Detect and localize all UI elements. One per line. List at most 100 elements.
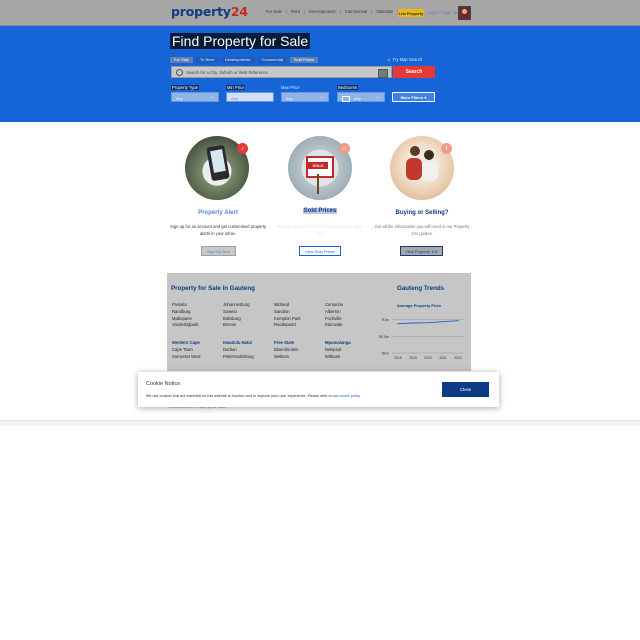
- min-price-label: Min Price: [226, 85, 246, 90]
- city-column-1: Pretoria Randburg Mabopane Vanderbijlpar…: [172, 302, 198, 329]
- x-tick-label: 2019: [409, 356, 417, 360]
- tab-commercial[interactable]: Commercial: [257, 57, 287, 63]
- tab-developments[interactable]: Developments: [220, 57, 255, 63]
- nav-item[interactable]: Valuation: [376, 9, 393, 14]
- city-link[interactable]: Cape Town: [172, 347, 201, 354]
- city-link[interactable]: Somerset West: [172, 354, 201, 361]
- city-link[interactable]: Roodepoort: [274, 322, 301, 329]
- data-point: [442, 321, 444, 323]
- bed-icon: [342, 95, 350, 102]
- province-heading[interactable]: Western Cape: [172, 340, 201, 347]
- top-header: property24 For Sale | Rent | Developments |…: [0, 0, 640, 26]
- city-link[interactable]: Vanderbijlpark: [172, 322, 198, 329]
- city-link[interactable]: Sandton: [274, 309, 301, 316]
- view-sold-prices-button[interactable]: View Sold Prices: [299, 246, 341, 256]
- search-button[interactable]: Search: [393, 66, 435, 78]
- bedrooms-select[interactable]: Any ⌄: [337, 92, 385, 102]
- city-link[interactable]: Welkom: [274, 354, 298, 361]
- data-point: [457, 320, 459, 322]
- search-tabs: For Sale To Rent Developments Commercial…: [170, 57, 319, 63]
- province-free-state: Free State Bloemfontein Welkom: [274, 340, 298, 360]
- nav-item[interactable]: For Sale: [266, 9, 282, 14]
- property-alert-title: Property Alert: [198, 210, 238, 216]
- x-tick-label: 2022: [454, 356, 462, 360]
- search-placeholder: Search for a City, Suburb or Web Referen…: [186, 70, 268, 75]
- tab-to-rent[interactable]: To Rent: [196, 57, 218, 63]
- y-tick-label: R1m: [382, 318, 389, 322]
- city-link[interactable]: Fochville: [325, 316, 343, 323]
- city-link[interactable]: Soweto: [223, 309, 250, 316]
- city-link[interactable]: Kempton Park: [274, 316, 301, 323]
- province-heading[interactable]: KwaZulu Natal: [223, 340, 254, 347]
- x-tick-label: 2018: [394, 356, 402, 360]
- cookie-text: We use cookies that are essential for th…: [146, 394, 361, 398]
- sold-prices-title: Sold Prices: [265, 208, 375, 214]
- city-column-4: Centurion Alberton Fochville Edenvale: [325, 302, 343, 329]
- buying-selling-title: Buying or Selling?: [395, 210, 449, 216]
- house-icon: ⌂: [339, 143, 350, 154]
- select-value: Any: [354, 96, 361, 101]
- province-mpumalanga: Mpumalanga Nelspruit Witbank: [325, 340, 351, 360]
- province-kwazulu-natal: KwaZulu Natal Durban Pietermaritzburg: [223, 340, 254, 360]
- city-link[interactable]: Edenvale: [325, 322, 343, 329]
- x-tick-label: 2021: [439, 356, 447, 360]
- chevron-down-icon: ⌄: [375, 94, 380, 100]
- city-link[interactable]: Mabopane: [172, 316, 198, 323]
- tab-sold-prices[interactable]: Sold Prices: [289, 57, 319, 63]
- property-type-select[interactable]: Any ⌄: [171, 92, 219, 102]
- city-link[interactable]: Randburg: [172, 309, 198, 316]
- select-value: Any: [176, 96, 183, 101]
- map-search-link[interactable]: Try Map Search: [387, 57, 423, 62]
- city-link[interactable]: Durban: [223, 347, 254, 354]
- logo-text: property: [171, 4, 231, 19]
- data-point: [412, 322, 414, 324]
- chevron-down-icon: ⌄: [319, 94, 324, 100]
- city-link[interactable]: Midrand: [274, 302, 301, 309]
- city-link[interactable]: Johannesburg: [223, 302, 250, 309]
- cookie-policy-link[interactable]: cookie policy: [339, 394, 360, 398]
- more-filters-button[interactable]: More Filters ▾: [392, 92, 435, 102]
- avatar-icon[interactable]: [458, 6, 471, 20]
- data-point: [427, 322, 429, 324]
- nav-item[interactable]: Rent: [291, 9, 300, 14]
- city-column-3: Midrand Sandton Kempton Park Roodepoort: [274, 302, 301, 329]
- buying-selling-desc: Get all the information you will need in…: [374, 224, 470, 236]
- view-property-101-button[interactable]: View Property 101: [400, 246, 443, 256]
- city-link[interactable]: Pietermaritzburg: [223, 354, 254, 361]
- y-tick-label: R0m: [382, 352, 389, 356]
- property-alert-desc: Sign up for an account and get customise…: [170, 224, 266, 236]
- login-link[interactable]: Log in / Sign up: [428, 10, 457, 15]
- gauteng-title: Property for Sale in Gauteng: [171, 285, 255, 292]
- city-link[interactable]: Witbank: [325, 354, 351, 361]
- city-link[interactable]: Bloemfontein: [274, 347, 298, 354]
- province-heading[interactable]: Mpumalanga: [325, 340, 351, 347]
- search-input[interactable]: Search for a City, Suburb or Web Referen…: [171, 66, 392, 78]
- nav-item[interactable]: Developments: [309, 9, 336, 14]
- sign-up-button[interactable]: Sign Up Now: [201, 246, 236, 256]
- nav-item[interactable]: Commercial: [345, 9, 367, 14]
- more-filters-label: More Filters: [400, 94, 424, 100]
- city-link[interactable]: Alberton: [325, 309, 343, 316]
- info-icon: i: [441, 143, 452, 154]
- city-link[interactable]: Boksburg: [223, 316, 250, 323]
- close-button[interactable]: Close: [442, 382, 489, 397]
- max-price-select[interactable]: Any ⌄: [281, 92, 329, 102]
- list-property-button[interactable]: List Property: [398, 9, 424, 17]
- chevron-down-icon: ▾: [424, 94, 427, 100]
- trends-title: Gauteng Trends: [397, 285, 445, 292]
- site-logo[interactable]: property24: [171, 4, 248, 19]
- min-price-select[interactable]: Any: [226, 92, 274, 102]
- province-heading[interactable]: Free State: [274, 340, 298, 347]
- map-icon[interactable]: [378, 68, 388, 78]
- tab-for-sale[interactable]: For Sale: [170, 57, 194, 63]
- city-link[interactable]: Benoni: [223, 322, 250, 329]
- city-link[interactable]: Pretoria: [172, 302, 198, 309]
- select-value: Any: [231, 96, 238, 101]
- city-link[interactable]: Nelspruit: [325, 347, 351, 354]
- city-column-2: Johannesburg Soweto Boksburg Benoni: [223, 302, 250, 329]
- property-type-label: Property Type: [171, 85, 199, 90]
- bell-icon: ♪: [237, 143, 248, 154]
- cookie-text-body: We use cookies that are essential for th…: [146, 394, 340, 398]
- y-tick-label: R0.5m: [379, 335, 389, 339]
- city-link[interactable]: Centurion: [325, 302, 343, 309]
